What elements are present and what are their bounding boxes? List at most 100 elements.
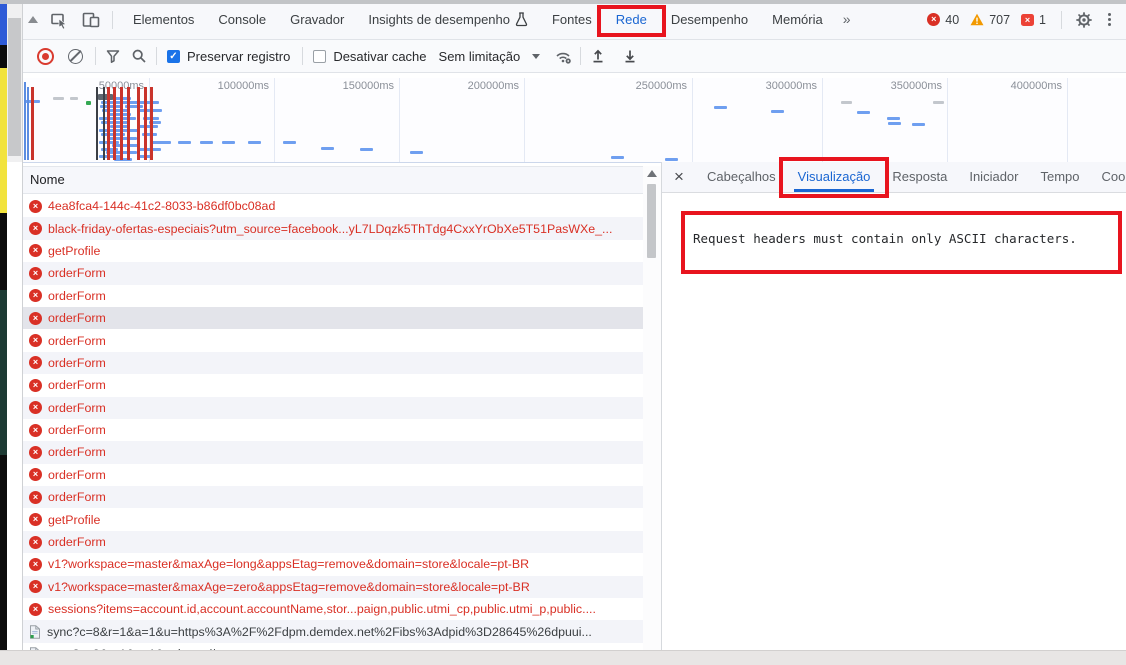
network-request-row[interactable]: × orderForm — [23, 262, 643, 284]
tab-desempenho[interactable]: Desempenho — [659, 0, 760, 39]
timeline-event-line-red — [120, 87, 123, 160]
waterfall-bar — [771, 110, 784, 113]
column-header-nome[interactable]: Nome — [23, 166, 661, 194]
record-button[interactable] — [37, 48, 54, 65]
request-name: orderForm — [48, 266, 106, 280]
tab-gravador[interactable]: Gravador — [278, 0, 356, 39]
request-name: black-friday-ofertas-especiais?utm_sourc… — [48, 222, 612, 236]
network-request-row[interactable]: ×orderForm — [23, 329, 643, 351]
warning-count-icon[interactable] — [970, 13, 984, 26]
page-scrollbar-thumb[interactable] — [8, 18, 21, 156]
request-name: orderForm — [48, 311, 106, 325]
timeline-tick-label: 100000ms — [179, 80, 269, 92]
tab-fontes[interactable]: Fontes — [540, 0, 604, 39]
details-tab-iniciador[interactable]: Iniciador — [958, 162, 1029, 192]
request-name: sessions?items=account.id,account.accoun… — [48, 602, 596, 616]
network-overview-timeline[interactable]: 50000ms100000ms150000ms200000ms250000ms3… — [23, 78, 1126, 163]
device-toolbar-icon[interactable] — [78, 7, 104, 33]
search-icon[interactable] — [126, 43, 152, 69]
network-request-row[interactable]: ×orderForm — [23, 441, 643, 463]
network-request-row[interactable]: ×orderForm — [23, 352, 643, 374]
network-request-row[interactable]: ×v1?workspace=master&maxAge=zero&appsEta… — [23, 576, 643, 598]
export-har-icon[interactable] — [617, 43, 643, 69]
waterfall-block-dark — [98, 94, 113, 100]
disable-cache-label[interactable]: Desativar cache — [333, 49, 426, 64]
throttling-select[interactable]: Sem limitação — [439, 49, 521, 64]
details-tab-resposta[interactable]: Resposta — [881, 162, 958, 192]
disable-cache-checkbox[interactable] — [313, 50, 326, 63]
request-name: orderForm — [48, 356, 106, 370]
network-request-row[interactable]: × v1?workspace=master&maxAge=long&appsEta… — [23, 553, 643, 575]
network-conditions-icon[interactable] — [550, 43, 576, 69]
network-request-row[interactable]: ×orderForm — [23, 419, 643, 441]
document-icon — [29, 625, 41, 639]
waterfall-bar-gray — [70, 97, 78, 100]
kebab-menu-icon[interactable] — [1102, 13, 1117, 26]
timeline-tick-label: 200000ms — [429, 80, 519, 92]
error-icon: × — [29, 267, 42, 280]
network-request-row[interactable]: ×orderForm — [23, 464, 643, 486]
tab-elementos[interactable]: Elementos — [121, 0, 206, 39]
scrollbar-up-arrow-icon[interactable] — [647, 170, 657, 177]
scroll-up-arrow-icon[interactable] — [28, 16, 38, 23]
warning-count[interactable]: 707 — [989, 13, 1010, 27]
error-icon: × — [29, 580, 42, 593]
timeline-event-line-red — [137, 87, 140, 160]
network-request-row[interactable]: ×orderForm — [23, 307, 643, 329]
tab-label: Console — [218, 0, 266, 39]
timeline-gridline — [947, 78, 948, 162]
network-request-row[interactable]: ×orderForm — [23, 486, 643, 508]
scrollbar-thumb[interactable] — [647, 184, 656, 258]
network-request-row[interactable]: ×orderForm — [23, 531, 643, 553]
details-tab-label: Resposta — [892, 169, 947, 184]
network-request-row[interactable]: sync?c=8&r=1&a=1&u=https://... — [23, 643, 643, 650]
details-tab-tempo[interactable]: Tempo — [1029, 162, 1090, 192]
network-request-row[interactable]: ×black-friday-ofertas-especiais?utm_sour… — [23, 217, 643, 239]
details-tab-visualizacao[interactable]: Visualização — [787, 162, 882, 192]
tab-rede[interactable]: Rede — [604, 0, 659, 39]
timeline-event-line-red — [31, 87, 34, 160]
network-request-row[interactable]: ×orderForm — [23, 397, 643, 419]
network-request-row[interactable]: ×sessions?items=account.id,account.accou… — [23, 598, 643, 620]
request-name: getProfile — [48, 244, 100, 258]
filter-icon[interactable] — [100, 43, 126, 69]
inspect-element-icon[interactable] — [46, 7, 72, 33]
status-badges: × 40 707 × 1 — [927, 7, 1117, 33]
details-tab-cabecalhos[interactable]: Cabeçalhos — [696, 162, 787, 192]
tab-insights[interactable]: Insights de desempenho — [356, 0, 540, 39]
import-har-icon[interactable] — [585, 43, 611, 69]
close-details-icon[interactable]: × — [662, 162, 696, 192]
details-tab-cookies[interactable]: Cookies — [1091, 162, 1126, 192]
error-count-icon[interactable]: × — [927, 13, 940, 26]
tab-label: Fontes — [552, 0, 592, 39]
settings-gear-icon[interactable] — [1071, 7, 1097, 33]
page-scrollbar[interactable] — [7, 0, 22, 162]
waterfall-bar — [714, 106, 727, 109]
details-tab-label: Tempo — [1040, 169, 1079, 184]
request-list-scrollbar[interactable] — [643, 166, 661, 650]
error-icon: × — [29, 558, 42, 571]
preserve-log-checkbox[interactable]: ✓ — [167, 50, 180, 63]
throttling-caret-icon[interactable] — [532, 54, 540, 59]
clear-button[interactable] — [68, 49, 83, 64]
issues-count[interactable]: 1 — [1039, 13, 1046, 27]
tab-console[interactable]: Console — [206, 0, 278, 39]
network-request-row[interactable]: ×getProfile — [23, 240, 643, 262]
preserve-log-label[interactable]: Preservar registro — [187, 49, 290, 64]
more-tabs-chevron[interactable]: » — [835, 0, 859, 39]
request-name: v1?workspace=master&maxAge=long&appsEtag… — [48, 557, 529, 571]
waterfall-bar — [887, 117, 900, 120]
network-request-row[interactable]: ×getProfile — [23, 508, 643, 530]
page-strip-blue — [0, 0, 7, 45]
timeline-gridline — [1067, 78, 1068, 162]
main-tabs-container: Elementos Console GravadorInsights de dese… — [121, 0, 835, 39]
tab-label: Memória — [772, 0, 823, 39]
error-count[interactable]: 40 — [945, 13, 959, 27]
tab-memoria[interactable]: Memória — [760, 0, 835, 39]
network-request-row[interactable]: ×orderForm — [23, 285, 643, 307]
network-request-row[interactable]: ×orderForm — [23, 374, 643, 396]
network-request-row[interactable]: ×4ea8fca4-144c-41c2-8033-b86df0bc08ad — [23, 195, 643, 217]
timeline-tick-label: 400000ms — [972, 80, 1062, 92]
network-request-row[interactable]: sync?c=8&r=1&a=1&u=https%3A%2F%2Fdpm.dem… — [23, 620, 643, 642]
issues-icon[interactable]: × — [1021, 14, 1034, 26]
